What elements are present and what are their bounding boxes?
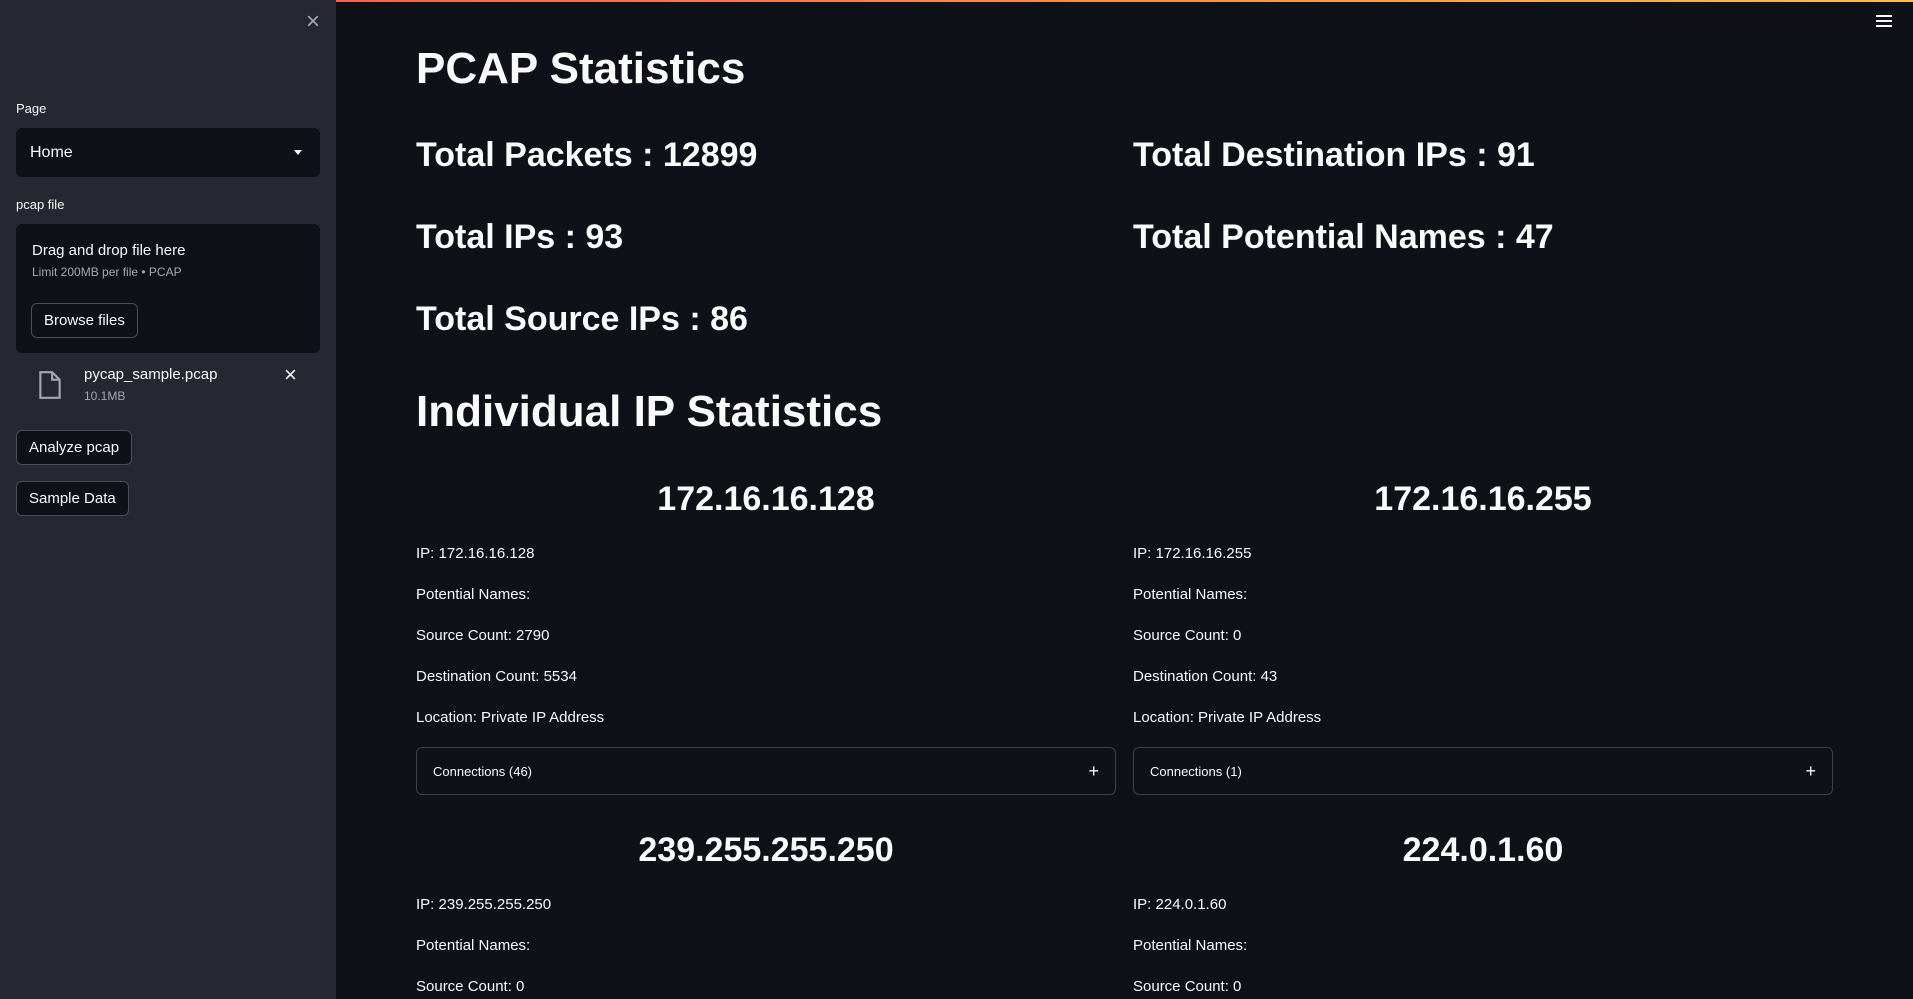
- connections-label: Connections (46): [433, 763, 532, 779]
- plus-icon: +: [1088, 760, 1099, 781]
- potential-names: Potential Names:: [416, 586, 531, 603]
- source-count: Source Count: 0: [1133, 978, 1242, 995]
- total-packets: Total Packets : 12899: [416, 136, 758, 174]
- chevron-down-icon: [294, 150, 302, 155]
- pcap-file-label: pcap file: [16, 197, 65, 212]
- ip-card-title: 239.255.255.250: [638, 831, 894, 869]
- ip-address: IP: 239.255.255.250: [416, 896, 552, 913]
- ip-address: IP: 224.0.1.60: [1133, 896, 1227, 913]
- connections-expander[interactable]: Connections (46) +: [416, 747, 1116, 795]
- file-dropzone[interactable]: Drag and drop file here Limit 200MB per …: [16, 224, 320, 353]
- dropzone-title: Drag and drop file here: [32, 242, 186, 259]
- location: Location: Private IP Address: [1133, 709, 1322, 726]
- total-ips: Total IPs : 93: [416, 218, 624, 256]
- connections-expander[interactable]: Connections (1) +: [1133, 747, 1833, 795]
- remove-file-icon[interactable]: ×: [284, 364, 297, 386]
- source-count: Source Count: 0: [1133, 627, 1242, 644]
- browse-files-button[interactable]: Browse files: [31, 303, 138, 338]
- file-size: 10.1MB: [84, 389, 126, 403]
- analyze-pcap-button[interactable]: Analyze pcap: [16, 430, 133, 465]
- potential-names: Potential Names:: [416, 937, 531, 954]
- ip-address: IP: 172.16.16.255: [1133, 545, 1252, 562]
- source-count: Source Count: 0: [416, 978, 525, 995]
- destination-count: Destination Count: 5534: [416, 668, 577, 685]
- total-source-ips: Total Source IPs : 86: [416, 300, 748, 338]
- file-name: pycap_sample.pcap: [84, 366, 218, 383]
- destination-count: Destination Count: 43: [1133, 668, 1278, 685]
- source-count: Source Count: 2790: [416, 627, 550, 644]
- ip-card-title: 224.0.1.60: [1402, 831, 1564, 869]
- close-sidebar-icon[interactable]: ×: [301, 10, 325, 34]
- individual-ip-title: Individual IP Statistics: [416, 387, 883, 436]
- file-icon: [39, 371, 61, 399]
- page-title: PCAP Statistics: [416, 44, 746, 93]
- page-select[interactable]: Home: [16, 128, 320, 177]
- connections-label: Connections (1): [1150, 763, 1242, 779]
- page-select-value: Home: [30, 143, 73, 161]
- menu-icon[interactable]: [1876, 12, 1896, 32]
- ip-card-title: 172.16.16.128: [657, 480, 875, 518]
- potential-names: Potential Names:: [1133, 586, 1248, 603]
- sample-data-button[interactable]: Sample Data: [16, 481, 129, 516]
- ip-card-title: 172.16.16.255: [1374, 480, 1592, 518]
- ip-address: IP: 172.16.16.128: [416, 545, 535, 562]
- plus-icon: +: [1805, 760, 1816, 781]
- page-label: Page: [16, 101, 47, 116]
- potential-names: Potential Names:: [1133, 937, 1248, 954]
- dropzone-limit: Limit 200MB per file • PCAP: [32, 265, 182, 279]
- total-potential-names: Total Potential Names : 47: [1133, 218, 1554, 256]
- sidebar: × Page Home pcap file Drag and drop file…: [0, 0, 336, 999]
- total-destination-ips: Total Destination IPs : 91: [1133, 136, 1535, 174]
- uploaded-file: pycap_sample.pcap 10.1MB ×: [36, 364, 316, 406]
- location: Location: Private IP Address: [416, 709, 605, 726]
